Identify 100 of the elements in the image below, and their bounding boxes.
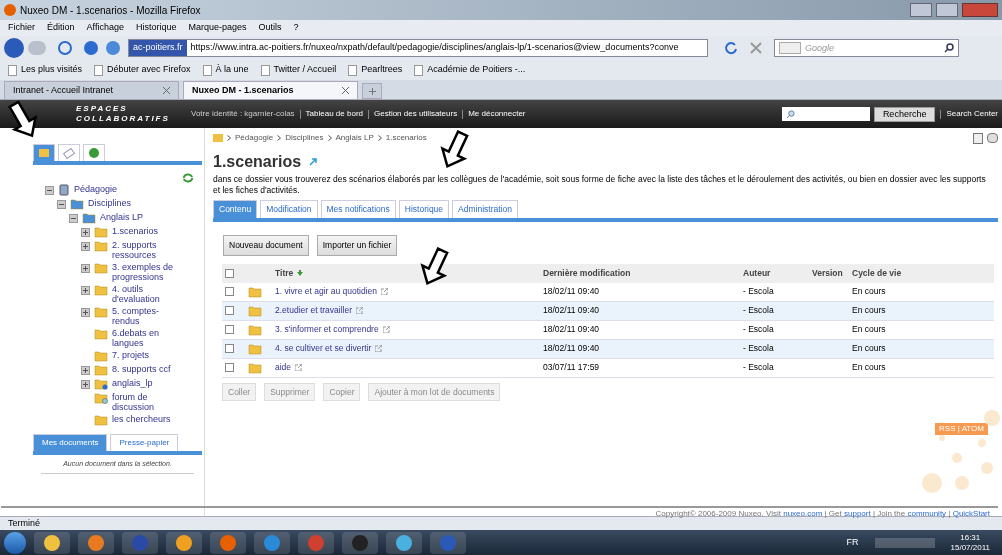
expand-toggle-icon[interactable] — [81, 366, 90, 375]
new-tab-button[interactable] — [362, 83, 382, 99]
collapse-toggle-icon[interactable] — [45, 186, 54, 195]
browser-tab[interactable]: Nuxeo DM - 1.scenarios — [183, 81, 358, 99]
footer-link[interactable]: QuickStart — [952, 509, 990, 518]
bookmark-link[interactable]: Académie de Poitiers -... — [427, 63, 526, 77]
tray-icons[interactable] — [874, 537, 935, 548]
print-icon[interactable] — [987, 133, 998, 143]
minimize-button[interactable] — [910, 3, 932, 17]
bookmark-link[interactable]: Twitter / Accueil — [273, 63, 337, 77]
expand-toggle-icon[interactable] — [81, 286, 90, 295]
search-input[interactable]: Google — [805, 41, 940, 55]
bookmark-link[interactable]: Pearltrees — [361, 63, 403, 77]
action-button[interactable]: Nouveau document — [223, 234, 309, 256]
document-link[interactable]: 4. se cultiver et se divertir — [275, 342, 372, 355]
tree-item[interactable]: 4. outils d'evaluation — [112, 284, 182, 304]
external-link-icon[interactable] — [375, 345, 383, 352]
content-tab[interactable]: Mes notifications — [320, 200, 396, 218]
menu-item[interactable]: Marque-pages — [188, 21, 247, 35]
taskbar-app-icon[interactable] — [34, 531, 70, 554]
menu-item[interactable]: Outils — [258, 21, 282, 35]
header-link[interactable]: Gestion des utilisateurs — [374, 108, 458, 120]
action-button[interactable]: Importer un fichier — [316, 234, 398, 256]
header-search-field[interactable] — [781, 107, 870, 121]
breadcrumb-link[interactable]: 1.scenarios — [385, 132, 427, 144]
row-checkbox[interactable] — [225, 325, 234, 334]
row-checkbox[interactable] — [225, 306, 234, 315]
row-checkbox[interactable] — [225, 363, 234, 372]
tree-item[interactable]: 8. supports ccf — [112, 364, 182, 374]
reload-icon[interactable] — [724, 41, 738, 55]
tree-item[interactable]: Disciplines — [88, 198, 158, 208]
link-arrow-icon[interactable] — [309, 158, 318, 166]
browser-tab[interactable]: Intranet - Accueil Intranet — [4, 81, 179, 99]
expand-toggle-icon[interactable] — [81, 380, 90, 389]
refresh-icon[interactable] — [182, 173, 194, 183]
external-link-icon[interactable] — [382, 326, 390, 333]
column-header[interactable]: Cycle de vie — [852, 266, 902, 280]
document-link[interactable]: 1. vivre et agir au quotidien — [275, 285, 378, 298]
footer-link[interactable]: community — [907, 509, 947, 518]
tree-item[interactable]: 1.scenarios — [112, 226, 182, 236]
sidebar-tab[interactable] — [33, 144, 55, 161]
menu-item[interactable]: Édition — [47, 21, 75, 35]
document-link[interactable]: aide — [275, 361, 292, 374]
column-header[interactable]: Titre — [275, 266, 294, 280]
content-tab[interactable]: Historique — [398, 200, 450, 218]
tree-item[interactable]: 6.debats en langues — [112, 328, 182, 348]
footer-link[interactable]: support — [844, 509, 871, 518]
menu-item[interactable]: Affichage — [86, 21, 124, 35]
search-center-link[interactable]: Search Center — [946, 108, 998, 120]
breadcrumb-link[interactable]: Anglais LP — [335, 132, 374, 144]
row-checkbox[interactable] — [225, 287, 234, 296]
bookmark-link[interactable]: Débuter avec Firefox — [107, 63, 191, 77]
taskbar-app-icon[interactable] — [342, 531, 378, 554]
collapse-toggle-icon[interactable] — [57, 200, 66, 209]
search-button[interactable]: Recherche — [873, 106, 936, 122]
panel-tab[interactable]: Presse-papier — [110, 433, 179, 451]
tree-item[interactable]: 2. supports ressources — [112, 240, 182, 260]
site-identity[interactable]: ac-poitiers.fr — [129, 40, 187, 56]
stop-icon[interactable] — [750, 42, 762, 54]
expand-toggle-icon[interactable] — [81, 264, 90, 273]
menu-item[interactable]: ? — [293, 21, 299, 35]
expand-toggle-icon[interactable] — [81, 242, 90, 251]
expand-toggle-icon[interactable] — [81, 308, 90, 317]
tree-item[interactable]: 7. projets — [112, 350, 182, 360]
menu-item[interactable]: Fichier — [8, 21, 35, 35]
header-link[interactable]: Tableau de bord — [305, 108, 363, 120]
breadcrumb-link[interactable]: Pédagogie — [235, 132, 274, 144]
tree-item[interactable]: anglais_lp — [112, 378, 182, 388]
document-link[interactable]: 3. s'informer et comprendre — [275, 323, 379, 336]
sidebar-tab[interactable] — [83, 144, 105, 161]
address-bar[interactable]: ac-poitiers.fr https://www.intra.ac-poitiers.fr/nuxeo/nxpath/default/pedagogie/disciplines/anglais-lp/1-scenarios@view_documents?conve — [128, 39, 708, 57]
collapse-toggle-icon[interactable] — [69, 214, 78, 223]
taskbar-app-icon[interactable] — [210, 531, 246, 554]
language-indicator[interactable]: FR — [846, 535, 859, 550]
sidebar-tab[interactable] — [58, 144, 80, 161]
content-tab[interactable]: Administration — [452, 200, 518, 218]
close-icon[interactable] — [163, 87, 170, 94]
taskbar-app-icon[interactable] — [386, 531, 422, 554]
taskbar-app-icon[interactable] — [254, 531, 290, 554]
close-icon[interactable] — [342, 87, 349, 94]
content-tab[interactable]: Modification — [260, 200, 318, 218]
row-checkbox[interactable] — [225, 344, 234, 353]
tree-item[interactable]: Anglais LP — [100, 212, 170, 222]
search-icon[interactable] — [944, 43, 954, 53]
taskbar-app-icon[interactable] — [78, 531, 114, 554]
select-all-checkbox[interactable] — [225, 268, 234, 278]
start-button[interactable] — [4, 531, 26, 554]
sort-arrow-icon[interactable] — [297, 270, 304, 276]
close-button[interactable] — [962, 3, 998, 17]
search-engine-icon[interactable] — [779, 42, 801, 54]
document-link[interactable]: 2.etudier et travailler — [275, 304, 352, 317]
tree-item[interactable]: les chercheurs — [112, 414, 182, 424]
copy-icon[interactable] — [973, 132, 983, 144]
bookmark-link[interactable]: À la une — [215, 63, 249, 77]
maximize-button[interactable] — [936, 3, 958, 17]
back-button[interactable] — [4, 38, 24, 58]
tree-item[interactable]: 5. comptes-rendus — [112, 306, 182, 326]
expand-toggle-icon[interactable] — [81, 228, 90, 237]
column-header[interactable]: Version — [812, 266, 852, 280]
menu-item[interactable]: Historique — [135, 21, 177, 35]
